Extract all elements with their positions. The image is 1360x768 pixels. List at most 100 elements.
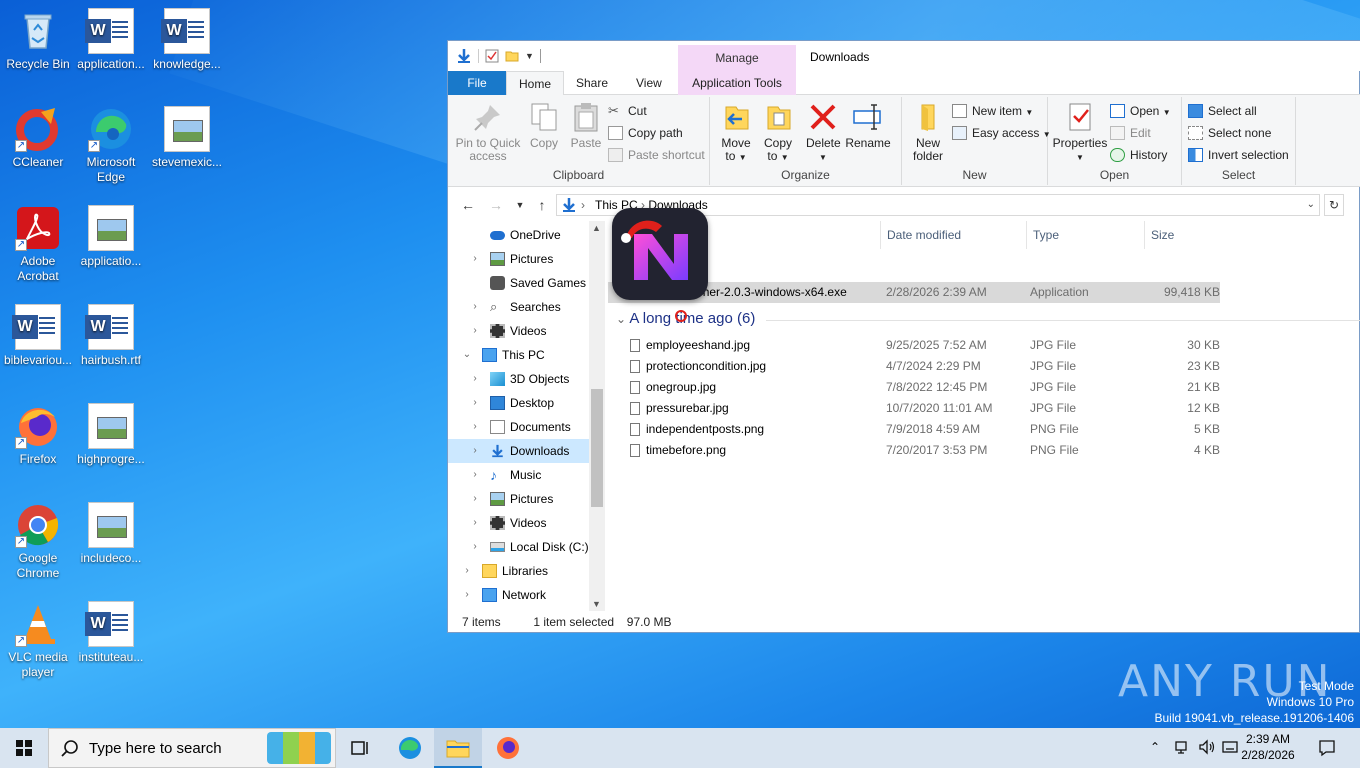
- taskbar-edge-button[interactable]: [386, 728, 434, 768]
- nav-item-downloads[interactable]: › Downloads: [448, 439, 590, 463]
- desktop-icon-acrobat[interactable]: ↗ Adobe Acrobat: [0, 205, 76, 284]
- tab-view[interactable]: View: [624, 71, 674, 95]
- copy-path-button[interactable]: Copy path: [608, 123, 683, 143]
- volume-speaker-icon[interactable]: [1198, 739, 1216, 768]
- desktop-icon-file[interactable]: knowledge...: [149, 8, 225, 72]
- back-arrow-icon[interactable]: ←: [458, 195, 478, 215]
- nav-item-libraries[interactable]: › Libraries: [448, 559, 590, 583]
- column-type[interactable]: Type: [1026, 221, 1144, 249]
- select-all-button[interactable]: Select all: [1188, 101, 1257, 121]
- title-bar[interactable]: ▼ Manage Downloads: [448, 41, 1360, 71]
- new-item-button[interactable]: New item ▼: [952, 101, 1033, 121]
- table-row[interactable]: employeeshand.jpg 9/25/2025 7:52 AM JPG …: [620, 335, 1220, 356]
- desktop-icon-edge[interactable]: ↗ Microsoft Edge: [73, 106, 149, 185]
- nav-item-local-disk[interactable]: › Local Disk (C:): [448, 535, 590, 559]
- table-row[interactable]: timebefore.png 7/20/2017 3:53 PM PNG Fil…: [620, 440, 1220, 461]
- desktop-icon-firefox[interactable]: ↗ Firefox: [0, 403, 76, 467]
- chevron-right-icon[interactable]: ›: [470, 247, 480, 271]
- desktop-icon-file[interactable]: stevemexic...: [149, 106, 225, 170]
- nav-item-music[interactable]: › ♪ Music: [448, 463, 590, 487]
- taskbar-search-box[interactable]: Type here to search: [48, 728, 336, 768]
- nav-item-searches[interactable]: › ⌕ Searches: [448, 295, 590, 319]
- chevron-right-icon[interactable]: ›: [470, 295, 480, 319]
- nav-item-pictures[interactable]: › Pictures: [448, 247, 590, 271]
- desktop-icon-file[interactable]: includeco...: [73, 502, 149, 566]
- cut-button[interactable]: ✂ Cut: [608, 101, 647, 121]
- chevron-right-icon[interactable]: ›: [470, 391, 480, 415]
- chevron-right-icon[interactable]: ›: [462, 559, 472, 583]
- table-row[interactable]: pressurebar.jpg 10/7/2020 11:01 AM JPG F…: [620, 398, 1220, 419]
- chevron-down-icon[interactable]: ⌄: [462, 343, 472, 367]
- desktop-icon-ccleaner[interactable]: ↗ CCleaner: [0, 106, 76, 170]
- nav-item-onedrive[interactable]: OneDrive: [448, 223, 590, 247]
- desktop-icon-file[interactable]: biblevariou...: [0, 304, 76, 368]
- desktop-icon-file[interactable]: applicatio...: [73, 205, 149, 269]
- chevron-right-icon[interactable]: ›: [470, 367, 480, 391]
- forward-arrow-icon[interactable]: →: [486, 195, 506, 215]
- desktop-icon-file[interactable]: application...: [73, 8, 149, 72]
- start-button[interactable]: [0, 728, 48, 768]
- tab-share[interactable]: Share: [564, 71, 620, 95]
- scroll-down-icon[interactable]: ▼: [592, 599, 601, 609]
- desktop-icon-chrome[interactable]: ↗ Google Chrome: [0, 502, 76, 581]
- nav-item-this-pc[interactable]: ⌄ This PC: [448, 343, 590, 367]
- nav-item-documents[interactable]: › Documents: [448, 415, 590, 439]
- select-none-button[interactable]: Select none: [1188, 123, 1271, 143]
- properties-check-icon[interactable]: [485, 49, 499, 63]
- address-dropdown-chevron-icon[interactable]: ⌄: [1307, 195, 1315, 215]
- table-row[interactable]: independentposts.png 7/9/2018 4:59 AM PN…: [620, 419, 1220, 440]
- nav-item-network[interactable]: › Network: [448, 583, 590, 607]
- chevron-right-icon[interactable]: ›: [462, 583, 472, 607]
- scrollbar-thumb[interactable]: [591, 389, 603, 507]
- chevron-down-icon[interactable]: ▼: [525, 51, 534, 61]
- copy-button[interactable]: Copy: [524, 101, 564, 150]
- navigation-scrollbar[interactable]: ▲ ▼: [589, 221, 605, 611]
- delete-button[interactable]: Delete ▼: [806, 101, 841, 164]
- taskbar-firefox-button[interactable]: [484, 728, 532, 768]
- taskbar-clock[interactable]: 2:39 AM 2/28/2026: [1238, 731, 1298, 763]
- explorer-window[interactable]: ▼ Manage Downloads File Home Share View …: [447, 40, 1360, 633]
- nav-item-videos[interactable]: › Videos: [448, 319, 590, 343]
- paste-button[interactable]: Paste: [566, 101, 606, 150]
- table-row[interactable]: protectioncondition.jpg 4/7/2024 2:29 PM…: [620, 356, 1220, 377]
- pin-quick-access-button[interactable]: Pin to Quick access: [454, 101, 522, 163]
- chevron-right-icon[interactable]: ›: [470, 439, 480, 463]
- taskbar-explorer-button[interactable]: [434, 728, 482, 768]
- nav-item-desktop[interactable]: › Desktop: [448, 391, 590, 415]
- desktop-icon-recycle-bin[interactable]: Recycle Bin: [0, 8, 76, 72]
- column-date-modified[interactable]: Date modified: [880, 221, 1026, 249]
- chevron-right-icon[interactable]: ›: [470, 487, 480, 511]
- new-folder-icon[interactable]: [505, 49, 519, 63]
- paste-shortcut-button[interactable]: Paste shortcut: [608, 145, 705, 165]
- history-button[interactable]: History: [1110, 145, 1167, 165]
- chevron-right-icon[interactable]: ›: [470, 511, 480, 535]
- copy-to-button[interactable]: Copy to ▼: [760, 101, 796, 164]
- rename-button[interactable]: Rename: [844, 101, 892, 150]
- up-arrow-icon[interactable]: ↑: [532, 195, 552, 215]
- notifications-speech-bubble-icon[interactable]: [1318, 739, 1338, 768]
- properties-button[interactable]: Properties ▼: [1052, 101, 1108, 164]
- tab-home[interactable]: Home: [506, 71, 565, 96]
- column-size[interactable]: Size: [1144, 221, 1224, 249]
- chevron-right-icon[interactable]: ›: [470, 463, 480, 487]
- network-status-icon[interactable]: [1174, 739, 1192, 768]
- desktop-icon-vlc[interactable]: ↗ VLC media player: [0, 601, 76, 680]
- task-view-button[interactable]: [336, 728, 384, 768]
- show-hidden-icons-chevron-icon[interactable]: ⌃: [1150, 740, 1168, 768]
- nav-item-pictures-pc[interactable]: › Pictures: [448, 487, 590, 511]
- chevron-right-icon[interactable]: ›: [470, 319, 480, 343]
- nav-item-saved-games[interactable]: Saved Games: [448, 271, 590, 295]
- invert-selection-button[interactable]: Invert selection: [1188, 145, 1289, 165]
- chevron-right-icon[interactable]: ›: [470, 535, 480, 559]
- open-button[interactable]: Open ▼: [1110, 101, 1171, 121]
- tab-file[interactable]: File: [448, 71, 506, 95]
- move-to-button[interactable]: Move to ▼: [718, 101, 754, 164]
- new-folder-button[interactable]: New folder: [908, 101, 948, 163]
- chevron-right-icon[interactable]: ›: [470, 415, 480, 439]
- refresh-icon[interactable]: ↻: [1324, 194, 1344, 216]
- tab-manage[interactable]: Manage: [678, 45, 796, 71]
- edit-button[interactable]: Edit: [1110, 123, 1151, 143]
- chevron-down-icon[interactable]: ⌄: [616, 312, 626, 326]
- tab-application-tools[interactable]: Application Tools: [678, 71, 796, 95]
- easy-access-button[interactable]: Easy access ▼: [952, 123, 1051, 143]
